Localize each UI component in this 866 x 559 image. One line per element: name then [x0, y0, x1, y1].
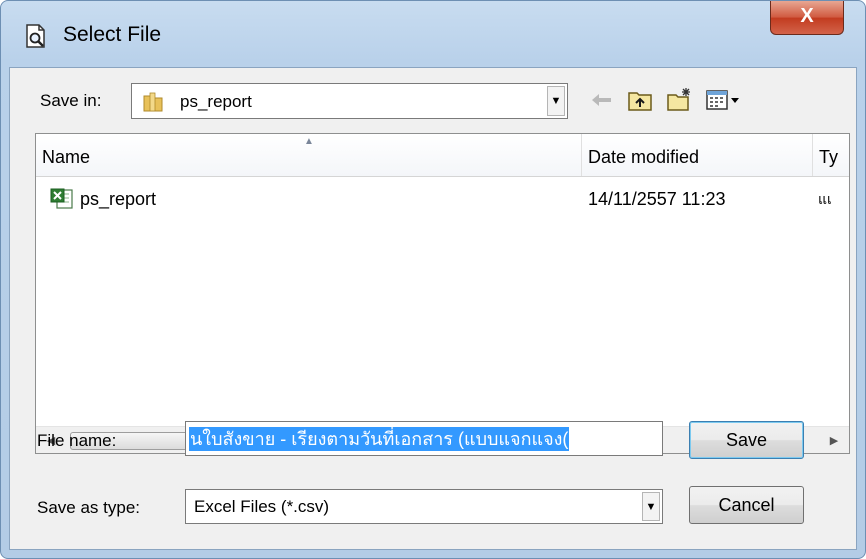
save-as-type-dropdown[interactable]: Excel Files (*.csv) ▼	[185, 489, 663, 524]
folder-icon	[143, 92, 163, 112]
cancel-button[interactable]: Cancel	[689, 486, 804, 524]
new-folder-icon[interactable]	[665, 86, 693, 114]
list-header: ▲ Name Date modified Ty	[36, 134, 849, 177]
view-menu-icon[interactable]	[704, 86, 744, 114]
column-name[interactable]: Name	[36, 134, 581, 176]
up-folder-icon[interactable]	[626, 86, 654, 114]
dialog-body: Save in: ps_report ▼ ▲ Name Date modifie…	[9, 67, 857, 550]
list-item[interactable]: ps_report 14/11/2557 11:23 แเ	[36, 184, 849, 214]
excel-file-icon	[50, 188, 73, 209]
back-arrow-icon[interactable]	[588, 86, 616, 114]
title-bar[interactable]: Select File X	[1, 1, 865, 67]
chevron-down-icon[interactable]: ▼	[642, 492, 660, 521]
scroll-right-icon[interactable]: ▶	[821, 427, 847, 453]
save-in-value: ps_report	[180, 92, 252, 111]
save-button[interactable]: Save	[689, 421, 804, 459]
save-in-label: Save in:	[40, 91, 102, 110]
save-as-type-label: Save as type:	[37, 498, 141, 517]
file-name-input[interactable]: นใบสังขาย - เรียงตามวันที่เอกสาร (แบบแจก…	[185, 421, 663, 456]
chevron-down-icon[interactable]: ▼	[547, 86, 565, 116]
file-name-cell: ps_report	[80, 189, 157, 209]
column-type[interactable]: Ty	[813, 134, 849, 176]
file-date-cell: 14/11/2557 11:23	[588, 189, 726, 209]
file-type-cell: แเ	[818, 191, 832, 207]
save-in-dropdown[interactable]: ps_report ▼	[131, 83, 568, 119]
select-file-dialog: Select File X Save in: ps_report ▼ ▲ Nam…	[0, 0, 866, 559]
file-list[interactable]: ▲ Name Date modified Ty ps_report 14/11/…	[35, 133, 850, 454]
file-preview-icon	[26, 24, 45, 48]
file-name-value: นใบสังขาย - เรียงตามวันที่เอกสาร (แบบแจก…	[189, 427, 570, 451]
file-name-label: File name:	[37, 431, 117, 450]
dialog-title: Select File	[63, 23, 162, 46]
column-date-modified[interactable]: Date modified	[582, 134, 812, 176]
close-button[interactable]: X	[770, 1, 844, 35]
save-as-type-value: Excel Files (*.csv)	[194, 497, 330, 516]
